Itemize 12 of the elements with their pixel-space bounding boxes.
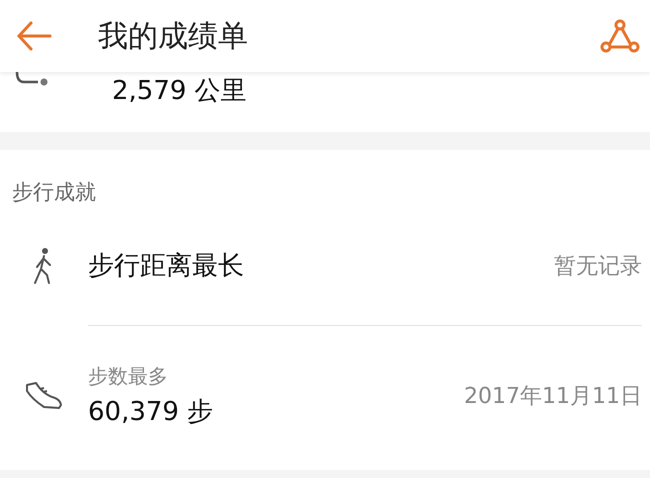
record-label: 步行距离最长 <box>88 250 245 283</box>
share-icon <box>600 19 640 53</box>
record-value: 60,379 步 <box>88 396 214 429</box>
distance-value: 2,579 公里 <box>112 76 247 106</box>
shoe-icon <box>24 381 64 411</box>
back-arrow-icon <box>16 21 52 51</box>
record-value: 暂无记录 <box>554 252 642 280</box>
route-icon <box>14 72 50 88</box>
record-date: 2017年11月11日 <box>464 383 642 411</box>
page-title: 我的成绩单 <box>98 18 249 56</box>
section-title: 步行成就 <box>12 179 97 206</box>
record-label: 步数最多 <box>88 363 169 390</box>
